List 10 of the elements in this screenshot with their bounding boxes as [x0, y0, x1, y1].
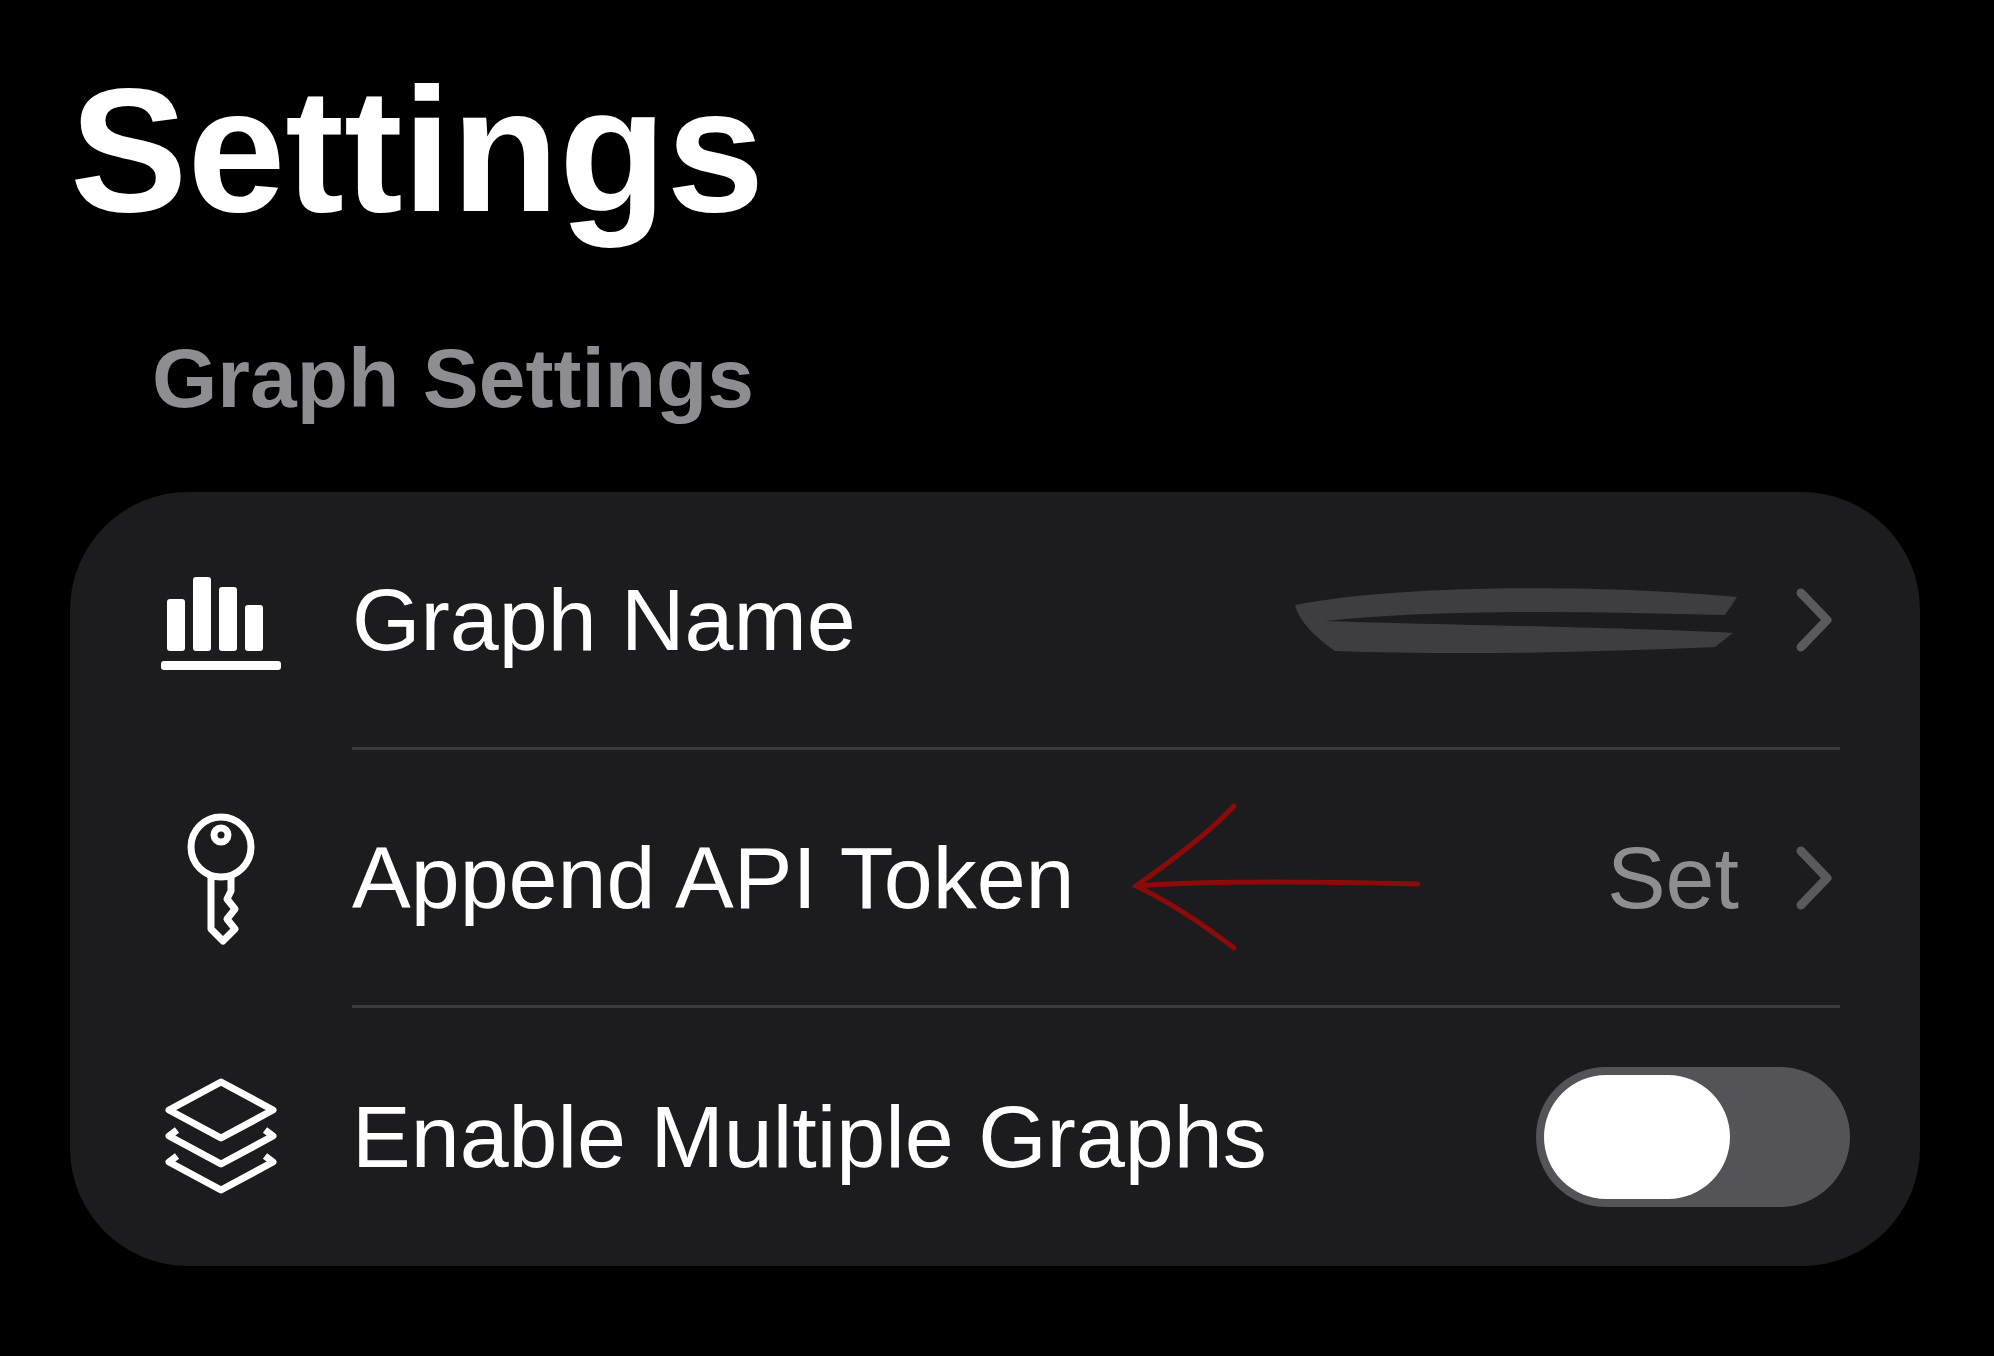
row-label: Append API Token: [352, 826, 1075, 929]
page-title: Settings: [70, 51, 765, 250]
settings-row[interactable]: Graph Name: [70, 492, 1920, 751]
chevron-icon: [1795, 844, 1835, 911]
chevron-icon: [1795, 586, 1835, 653]
settings-row[interactable]: Enable Multiple Graphs: [70, 1008, 1920, 1267]
row-label: Graph Name: [352, 568, 856, 671]
settings-row[interactable]: Append API Token Set: [70, 750, 1920, 1009]
row-value: Set: [1606, 826, 1739, 929]
row-label: Enable Multiple Graphs: [352, 1086, 1267, 1189]
